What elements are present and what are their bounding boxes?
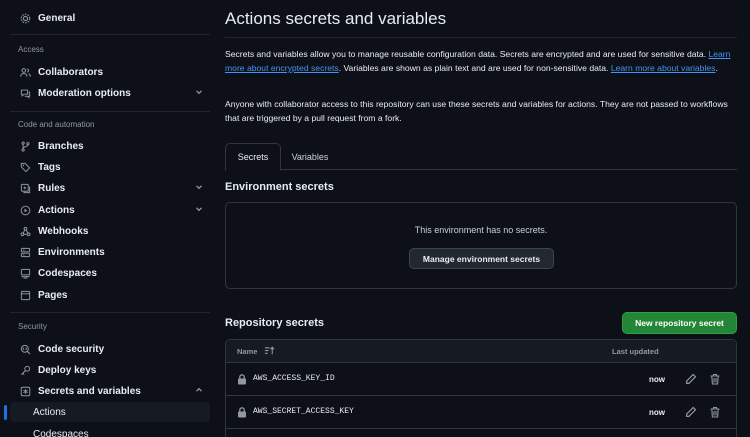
section-heading-security: Security xyxy=(18,322,47,331)
divider xyxy=(10,34,210,35)
sidebar-item-label: Rules xyxy=(38,182,66,194)
divider xyxy=(225,37,737,38)
sidebar-subitem-codespaces[interactable]: Codespaces xyxy=(10,424,210,437)
secret-updated: now xyxy=(649,408,665,417)
trash-icon[interactable] xyxy=(709,373,721,385)
section-heading-code-automation: Code and automation xyxy=(18,120,95,129)
sidebar-item-label: Secrets and variables xyxy=(38,385,141,397)
page-title: Actions secrets and variables xyxy=(225,9,447,28)
rules-icon xyxy=(18,181,32,195)
secret-name: AWS_SECRET_ACCESS_KEY xyxy=(253,407,354,416)
pencil-icon[interactable] xyxy=(685,373,697,385)
sidebar-item-label: Tags xyxy=(38,161,61,173)
codescan-icon xyxy=(18,342,32,356)
table-row: AWS_SECRET_ACCESS_KEY now xyxy=(226,396,736,429)
sidebar-item-environments[interactable]: Environments xyxy=(10,242,210,262)
column-last-updated: Last updated xyxy=(612,347,659,356)
chevron-down-icon[interactable] xyxy=(194,204,204,214)
environment-secrets-box: This environment has no secrets. Manage … xyxy=(225,202,737,289)
play-icon xyxy=(18,203,32,217)
repository-secrets-table: Name Last updated AWS_ACCESS_KEY_ID now … xyxy=(225,339,737,437)
section-heading-access: Access xyxy=(18,45,44,54)
tab-variables[interactable]: Variables xyxy=(281,143,339,170)
intro-text: . Variables are shown as plain text and … xyxy=(338,63,611,73)
sidebar-item-label: General xyxy=(38,12,76,24)
sidebar-item-label: Actions xyxy=(33,406,66,418)
manage-environment-secrets-button[interactable]: Manage environment secrets xyxy=(409,248,554,269)
sidebar-item-label: Codespaces xyxy=(33,428,89,437)
divider xyxy=(10,312,210,313)
empty-state-text: This environment has no secrets. xyxy=(414,225,548,235)
sidebar-item-label: Webhooks xyxy=(38,225,89,237)
repository-secrets-heading: Repository secrets xyxy=(225,317,325,329)
sidebar-item-pages[interactable]: Pages xyxy=(10,285,210,305)
sidebar-item-label: Deploy keys xyxy=(38,364,97,376)
sidebar-item-deploy-keys[interactable]: Deploy keys xyxy=(10,360,210,380)
intro-text: . xyxy=(715,63,718,73)
table-header: Name Last updated xyxy=(226,340,736,363)
column-name: Name xyxy=(237,347,258,356)
variables-link[interactable]: Learn more about variables xyxy=(611,63,716,73)
sidebar-item-label: Code security xyxy=(38,343,105,355)
sidebar-item-rules[interactable]: Rules xyxy=(10,178,210,198)
secret-updated: now xyxy=(649,375,665,384)
trash-icon[interactable] xyxy=(709,406,721,418)
asterisk-box-icon xyxy=(18,384,32,398)
sidebar-item-label: Actions xyxy=(38,204,75,216)
sidebar-item-collaborators[interactable]: Collaborators xyxy=(10,62,210,82)
gear-icon xyxy=(18,11,32,25)
sidebar-item-label: Codespaces xyxy=(38,267,97,279)
secret-name: AWS_ACCESS_KEY_ID xyxy=(253,374,335,383)
branch-icon xyxy=(18,139,32,153)
sidebar-item-label: Branches xyxy=(38,140,84,152)
main-content: Actions secrets and variables Secrets an… xyxy=(225,0,750,437)
tag-icon xyxy=(18,160,32,174)
table-row: AWS_ACCESS_KEY_ID now xyxy=(226,363,736,396)
sidebar-item-label: Moderation options xyxy=(38,87,131,99)
sidebar-item-code-security[interactable]: Code security xyxy=(10,339,210,359)
intro-text: Secrets and variables allow you to manag… xyxy=(225,49,709,59)
active-indicator xyxy=(4,405,7,420)
webhook-icon xyxy=(18,224,32,238)
sidebar-subitem-actions[interactable]: Actions xyxy=(10,402,210,422)
chevron-down-icon[interactable] xyxy=(194,182,204,192)
sidebar-item-actions[interactable]: Actions xyxy=(10,200,210,220)
server-icon xyxy=(18,245,32,259)
browser-icon xyxy=(18,288,32,302)
key-icon xyxy=(18,363,32,377)
chevron-up-icon[interactable] xyxy=(194,385,204,395)
pencil-icon[interactable] xyxy=(685,406,697,418)
sidebar-item-tags[interactable]: Tags xyxy=(10,157,210,177)
sidebar-item-secrets-variables[interactable]: Secrets and variables xyxy=(10,381,210,401)
comment-icon xyxy=(18,86,32,100)
tab-secrets[interactable]: Secrets xyxy=(225,143,281,171)
sort-icon[interactable] xyxy=(264,346,275,356)
codespaces-icon xyxy=(18,266,32,280)
access-paragraph: Anyone with collaborator access to this … xyxy=(225,99,728,123)
sidebar-item-label: Environments xyxy=(38,246,105,258)
sidebar-item-branches[interactable]: Branches xyxy=(10,136,210,156)
lock-icon xyxy=(237,407,247,418)
tab-bar: Secrets Variables xyxy=(225,143,737,171)
lock-icon xyxy=(237,374,247,385)
intro-paragraph: Secrets and variables allow you to manag… xyxy=(225,47,737,75)
sidebar-item-moderation[interactable]: Moderation options xyxy=(10,83,210,103)
sidebar-item-webhooks[interactable]: Webhooks xyxy=(10,221,210,241)
new-repository-secret-button[interactable]: New repository secret xyxy=(622,312,737,334)
people-icon xyxy=(18,65,32,79)
sidebar-item-codespaces[interactable]: Codespaces xyxy=(10,263,210,283)
settings-sidebar: General Access Collaborators Moderation … xyxy=(0,0,212,437)
sidebar-item-label: Collaborators xyxy=(38,66,104,78)
divider xyxy=(10,111,210,112)
sidebar-item-general[interactable]: General xyxy=(10,8,210,28)
sidebar-item-label: Pages xyxy=(38,289,68,301)
chevron-down-icon[interactable] xyxy=(194,87,204,97)
environment-secrets-heading: Environment secrets xyxy=(225,181,334,193)
